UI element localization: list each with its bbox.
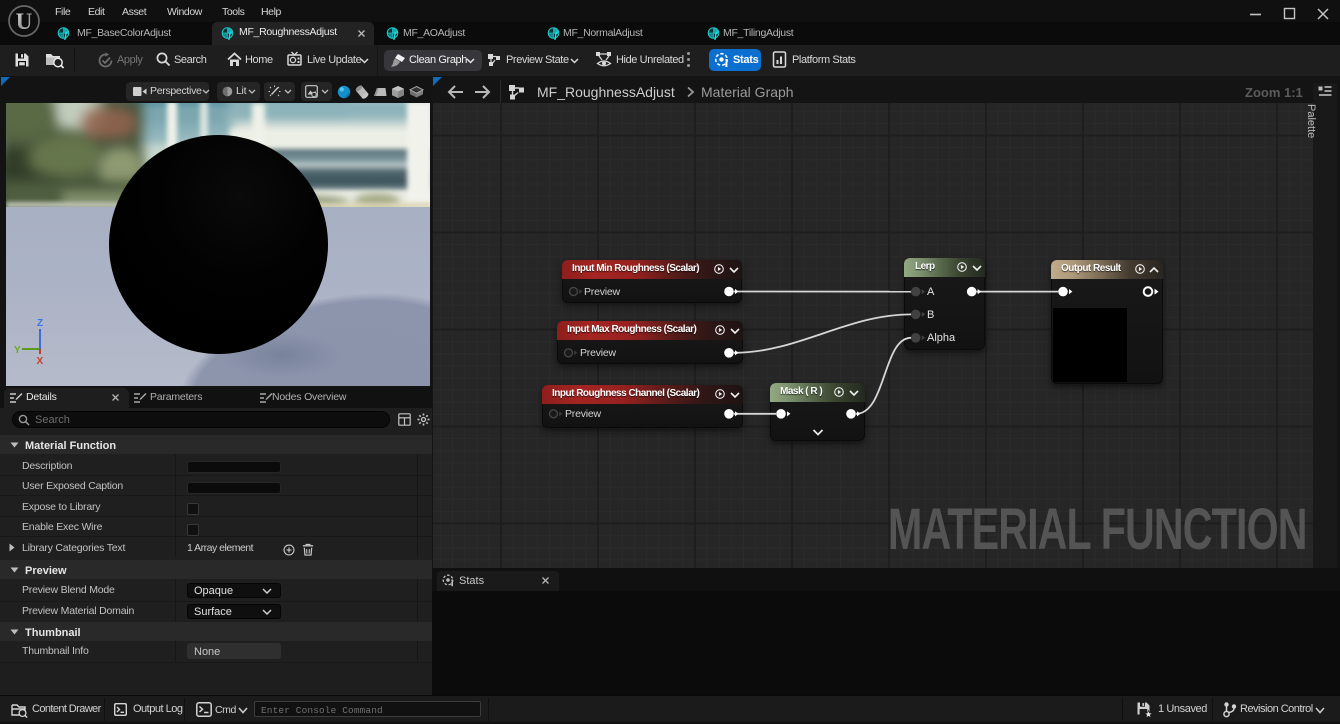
svg-text:X: X <box>37 356 44 367</box>
svg-text:Z: Z <box>37 318 43 329</box>
svg-text:U: U <box>16 9 33 34</box>
svg-text:Y: Y <box>14 345 21 356</box>
